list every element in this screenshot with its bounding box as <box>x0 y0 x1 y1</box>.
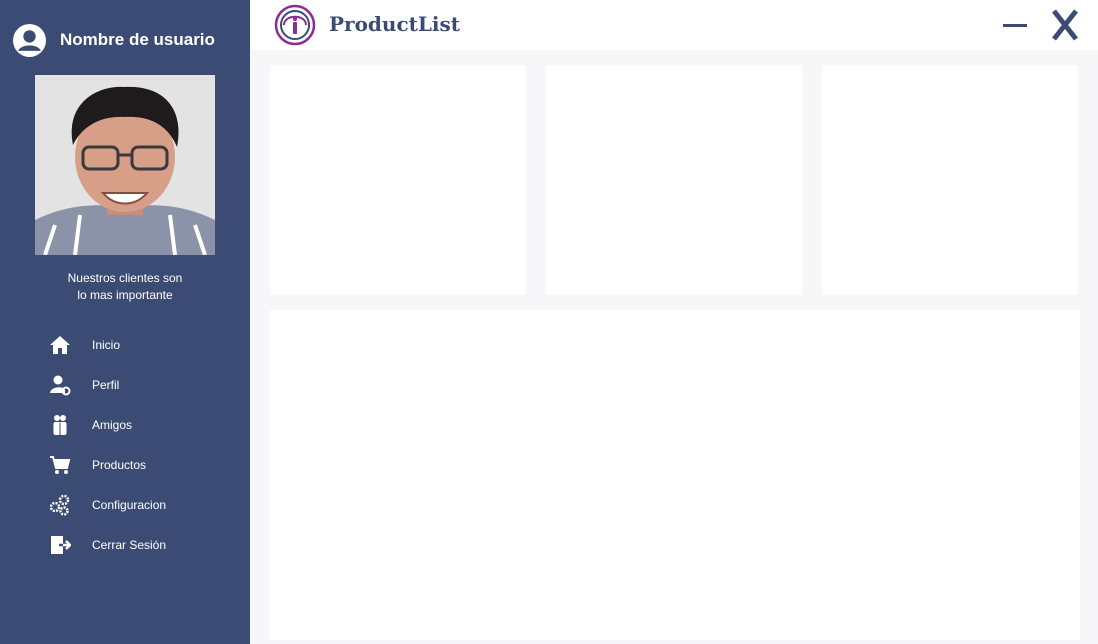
user-circle-icon <box>13 23 46 57</box>
cart-icon <box>48 453 72 477</box>
tagline: Nuestros clientes son lo mas importante <box>25 270 225 304</box>
close-icon <box>1052 9 1078 41</box>
sidebar-item-inicio[interactable]: Inicio <box>48 325 228 365</box>
app-title: ProductList <box>329 12 461 36</box>
tagline-line-1: Nuestros clientes son <box>67 271 183 285</box>
tagline-line-2: lo mas importante <box>77 288 173 302</box>
sidebar-item-label: Perfil <box>92 378 120 392</box>
close-button[interactable] <box>1047 8 1083 42</box>
sidebar-item-label: Amigos <box>92 418 133 432</box>
sidebar-item-productos[interactable]: Productos <box>48 445 228 485</box>
home-icon <box>48 333 72 357</box>
sidebar-item-label: Inicio <box>92 338 121 352</box>
minimize-button[interactable] <box>997 8 1033 42</box>
sidebar-item-perfil[interactable]: Perfil <box>48 365 228 405</box>
friends-icon <box>48 413 72 437</box>
card-panel-1 <box>270 65 526 295</box>
sidebar-item-label: Configuracion <box>92 498 167 512</box>
title-bar: ProductList <box>250 0 1098 50</box>
productlist-logo <box>274 4 316 46</box>
main-panel <box>270 310 1080 640</box>
profile-settings-icon <box>48 373 72 397</box>
gears-icon <box>48 493 72 517</box>
card-panel-2 <box>546 65 802 295</box>
sidebar-item-label: Productos <box>92 458 147 472</box>
sidebar-item-cerrar-sesion[interactable]: Cerrar Sesión <box>48 525 228 565</box>
user-header: Nombre de usuario <box>13 23 215 57</box>
sidebar: Nombre de usuario Nuestros clientes son … <box>0 0 250 644</box>
minimize-icon <box>1003 24 1027 27</box>
sidebar-item-amigos[interactable]: Amigos <box>48 405 228 445</box>
sidebar-item-label: Cerrar Sesión <box>92 538 167 552</box>
user-name: Nombre de usuario <box>60 30 215 49</box>
sidebar-item-configuracion[interactable]: Configuracion <box>48 485 228 525</box>
logout-icon <box>48 533 72 557</box>
user-photo <box>35 75 215 255</box>
card-panel-3 <box>822 65 1078 295</box>
avatar <box>35 75 215 255</box>
